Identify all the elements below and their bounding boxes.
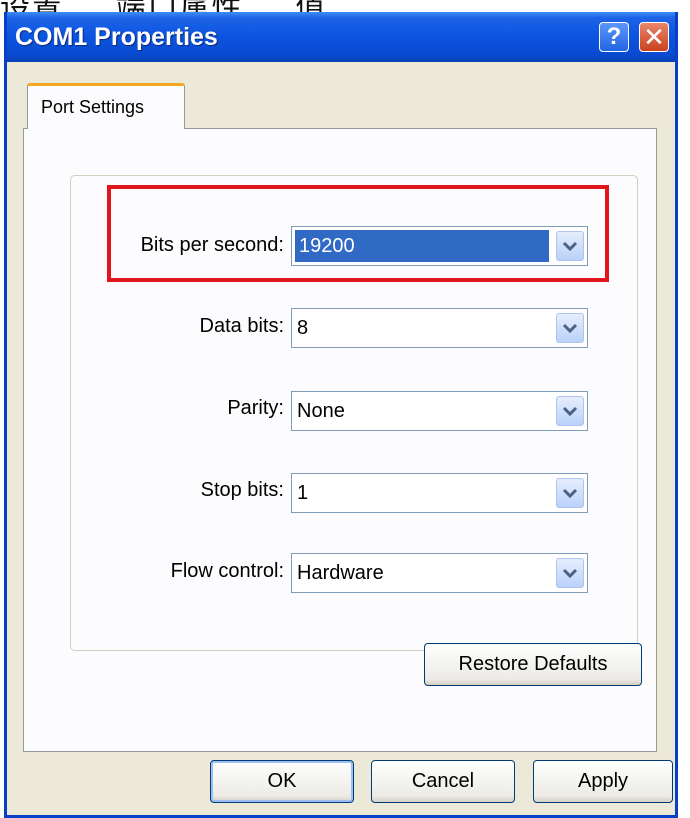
data-bits-select[interactable]: 8 [291,308,588,348]
tab-port-settings[interactable]: Port Settings [27,83,185,129]
apply-button[interactable]: Apply [533,760,673,803]
stop-bits-select[interactable]: 1 [291,473,588,513]
properties-dialog: COM1 Properties ? ✕ Port Settings Bits p… [4,12,678,818]
tab-page: Bits per second: 19200 Data bits: 8 Pari… [23,128,657,752]
data-bits-value: 8 [297,317,309,339]
data-bits-label: Data bits: [199,315,284,337]
bits-per-second-select[interactable]: 19200 [291,226,588,266]
background-text: 设置 ... 端口属性 ... 值 [0,0,327,12]
close-icon[interactable]: ✕ [639,22,669,52]
cancel-button[interactable]: Cancel [371,760,515,803]
ok-button[interactable]: OK [210,760,354,803]
flow-control-select[interactable]: Hardware [291,553,588,593]
tab-label: Port Settings [41,97,145,117]
help-icon[interactable]: ? [599,22,629,52]
chevron-down-icon[interactable] [556,313,584,343]
background-text-strip: 设置 ... 端口属性 ... 值 [0,0,690,12]
chevron-down-icon[interactable] [556,396,584,426]
chevron-down-icon[interactable] [556,558,584,588]
stop-bits-label: Stop bits: [200,479,284,501]
chevron-down-icon[interactable] [556,231,584,261]
parity-label: Parity: [227,397,284,419]
window-title: COM1 Properties [15,23,218,51]
title-bar[interactable]: COM1 Properties ? ✕ [7,12,675,62]
bits-per-second-value: 19200 [295,230,549,262]
parity-select[interactable]: None [291,391,588,431]
chevron-down-icon[interactable] [556,478,584,508]
bits-per-second-label: Bits per second: [140,234,284,256]
stop-bits-value: 1 [297,482,309,504]
flow-control-value: Hardware [297,562,384,584]
flow-control-label: Flow control: [170,560,284,582]
restore-defaults-button[interactable]: Restore Defaults [424,643,642,686]
parity-value: None [297,400,345,422]
